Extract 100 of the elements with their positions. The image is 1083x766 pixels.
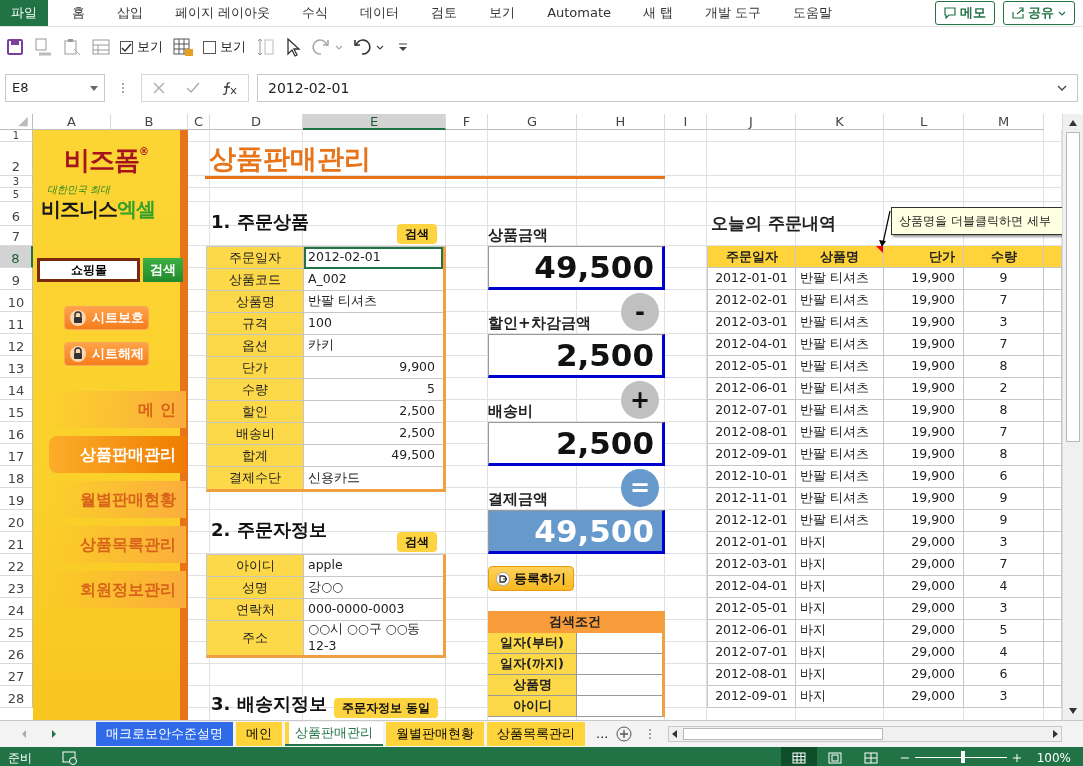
table-cell: 19,900	[884, 378, 964, 400]
column-header[interactable]: J	[707, 114, 796, 130]
table-lock-icon[interactable]	[172, 37, 194, 57]
name-box[interactable]: E8	[5, 74, 105, 102]
column-header[interactable]: I	[665, 114, 707, 130]
comment-icon	[944, 7, 956, 19]
column-header[interactable]: B	[111, 114, 188, 130]
zoom-level[interactable]: 100%	[1036, 748, 1071, 766]
search-field[interactable]: 쇼핑몰	[37, 258, 140, 282]
search-button[interactable]: 검색	[397, 224, 437, 244]
more-icon[interactable]	[121, 82, 125, 94]
sheet-tab[interactable]: 상품판매관리	[285, 722, 383, 746]
ribbon-tab[interactable]: 개발 도구	[693, 3, 774, 23]
column-header[interactable]: C	[188, 114, 210, 130]
column-header[interactable]: H	[577, 114, 665, 130]
function-icon[interactable]	[221, 81, 238, 95]
label-cell: 단가	[207, 357, 304, 379]
value-cell[interactable]: 2012-02-01	[304, 247, 443, 269]
copy-orderer-button[interactable]: 주문자정보 동일	[334, 698, 439, 718]
ribbon-tab[interactable]: Automate	[535, 3, 624, 23]
zoom-slider-thumb[interactable]	[960, 751, 965, 763]
page-layout-icon[interactable]	[827, 751, 842, 764]
macro-record-icon[interactable]	[62, 750, 78, 765]
table-cell: 8	[964, 444, 1044, 466]
cancel-icon[interactable]	[152, 82, 165, 94]
column-header[interactable]: G	[488, 114, 577, 130]
sheet-tab[interactable]: 상품목록관리	[487, 722, 585, 746]
table-cell: 2012-02-01	[707, 290, 796, 312]
pointer-icon[interactable]	[284, 37, 302, 57]
undo-icon[interactable]	[352, 38, 372, 56]
ribbon-tab[interactable]: 도움말	[781, 3, 845, 23]
amount-value: 49,500	[488, 510, 665, 554]
scrollbar-thumb[interactable]	[683, 728, 883, 740]
ribbon-tab[interactable]: 홈	[60, 3, 97, 23]
customize-icon[interactable]	[397, 41, 409, 53]
sheet-tab[interactable]: 매크로보안수준설명	[96, 722, 233, 746]
table-cell: 2012-09-01	[707, 444, 796, 466]
section-heading: 2. 주문자정보	[211, 518, 327, 542]
table-cell: 7	[964, 334, 1044, 356]
table-cell: 9	[964, 268, 1044, 290]
table-cell: 29,000	[884, 598, 964, 620]
table-cell: 9	[964, 488, 1044, 510]
ribbon-tab[interactable]: 수식	[290, 3, 341, 23]
table-cell: 2012-03-01	[707, 312, 796, 334]
column-header[interactable]: K	[796, 114, 884, 130]
table-icon[interactable]	[91, 37, 111, 57]
sheet-tab[interactable]: 메인	[236, 722, 282, 746]
scroll-right-icon[interactable]	[50, 729, 58, 739]
label-cell: 규격	[207, 313, 304, 335]
search-button[interactable]: 검색	[397, 532, 437, 552]
sheet-tab[interactable]: 월별판매현황	[386, 722, 484, 746]
checkbox[interactable]	[203, 40, 216, 54]
file-tab[interactable]: 파일	[0, 0, 48, 26]
column-header[interactable]: M	[964, 114, 1044, 130]
table-cell: 19,900	[884, 400, 964, 422]
table-cell: 7	[964, 422, 1044, 444]
column-header[interactable]: L	[884, 114, 964, 130]
normal-view-icon[interactable]	[791, 751, 806, 764]
row-header[interactable]: 8	[0, 246, 33, 268]
table-cell: 바지	[796, 554, 884, 576]
more-tabs[interactable]: ...	[596, 724, 609, 744]
scrollbar-thumb[interactable]	[1066, 132, 1080, 442]
column-header[interactable]: A	[33, 114, 111, 130]
paste-icon[interactable]	[62, 37, 82, 57]
confirm-icon[interactable]	[186, 82, 200, 94]
dropdown-icon[interactable]	[90, 85, 98, 91]
table-cell: 8	[964, 400, 1044, 422]
table-cell: 2012-07-01	[707, 642, 796, 664]
column-header[interactable]: F	[446, 114, 488, 130]
table-cell: 4	[964, 642, 1044, 664]
add-sheet-icon[interactable]	[616, 726, 633, 742]
page-break-icon[interactable]	[863, 751, 878, 764]
ribbon-tab[interactable]: 검토	[419, 3, 470, 23]
column-header[interactable]: E	[303, 114, 446, 130]
redo-icon[interactable]	[311, 38, 331, 56]
operator-circle: =	[621, 469, 659, 507]
column-header	[1044, 246, 1062, 268]
more-icon[interactable]	[648, 728, 653, 740]
share-button[interactable]: 공유	[1003, 1, 1075, 25]
table-cell: 19,900	[884, 422, 964, 444]
formula-field[interactable]: 2012-02-01	[257, 74, 1078, 102]
ribbon-tab[interactable]: 삽입	[105, 3, 155, 23]
ribbon-tab[interactable]: 새 탭	[631, 3, 686, 23]
save-icon[interactable]	[6, 38, 24, 56]
column-header[interactable]: D	[210, 114, 303, 130]
caret-icon[interactable]	[376, 44, 384, 50]
table-cell	[1044, 334, 1062, 356]
register-button[interactable]: 등록하기	[488, 566, 574, 591]
ribbon-tab[interactable]: 페이지 레이아웃	[163, 3, 283, 23]
ribbon-tab[interactable]: 데이터	[348, 3, 412, 23]
table-cell: 바지	[796, 576, 884, 598]
table-cell: 2012-05-01	[707, 356, 796, 378]
column-header: 단가	[884, 246, 964, 268]
zoom-in-icon[interactable]	[1012, 753, 1021, 762]
ribbon-tab[interactable]: 보기	[477, 3, 528, 23]
table-cell: 29,000	[884, 554, 964, 576]
checkbox[interactable]	[120, 40, 133, 54]
expand-icon[interactable]	[1057, 85, 1067, 91]
memo-button[interactable]: 메모	[935, 1, 995, 25]
table-cell: 29,000	[884, 620, 964, 642]
